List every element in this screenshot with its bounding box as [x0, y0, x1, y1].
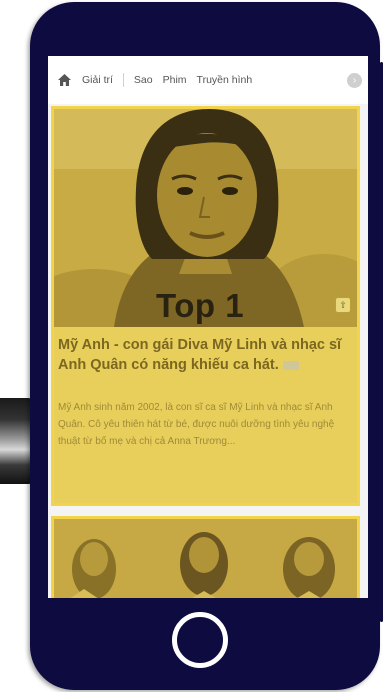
hot-tag-icon: [282, 360, 299, 370]
nav-item-truyen-hinh[interactable]: Truyền hình: [197, 74, 253, 86]
rank-badge: Top 1: [156, 287, 245, 324]
share-icon[interactable]: ⇧: [335, 297, 351, 313]
article-photo-2[interactable]: [54, 519, 357, 598]
article-card-2[interactable]: [51, 516, 360, 598]
article-title[interactable]: Mỹ Anh - con gái Diva Mỹ Linh và nhạc sĩ…: [58, 335, 352, 375]
category-nav: Giải trí Sao Phim Truyền hình ›: [48, 56, 368, 104]
article-card[interactable]: Top 1 ⇧ Mỹ Anh - con gái Diva Mỹ Linh và…: [51, 106, 360, 506]
phone-screen: Giải trí Sao Phim Truyền hình › Top 1 ⇧ …: [48, 56, 368, 598]
home-icon[interactable]: [56, 72, 72, 88]
nav-divider: [122, 73, 124, 87]
chevron-right-icon[interactable]: ›: [347, 72, 362, 88]
article-description: Mỹ Anh sinh năm 2002, là con sĩ ca sĩ Mỹ…: [58, 402, 335, 447]
nav-item-sao[interactable]: Sao: [134, 74, 153, 86]
home-button[interactable]: [172, 612, 228, 668]
nav-item-phim[interactable]: Phim: [163, 74, 187, 86]
phone-frame: Giải trí Sao Phim Truyền hình › Top 1 ⇧ …: [30, 2, 383, 690]
article-photo[interactable]: Top 1 ⇧: [54, 109, 357, 327]
nav-item-giai-tri[interactable]: Giải trí: [82, 74, 113, 86]
